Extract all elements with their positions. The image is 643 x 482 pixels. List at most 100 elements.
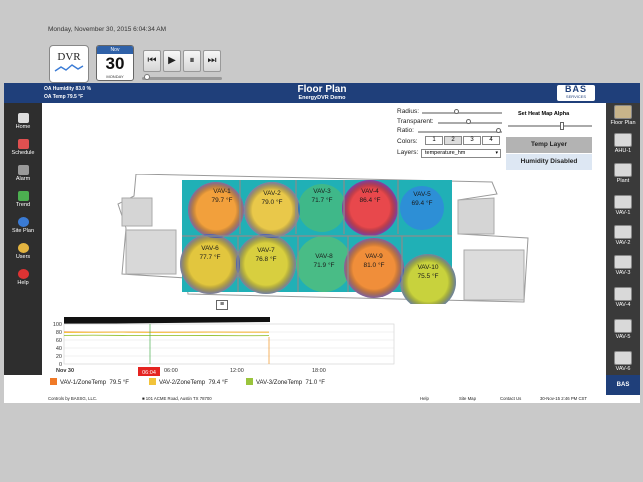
x-tick-label: 12:00: [230, 368, 244, 374]
temp-layer-button[interactable]: Temp Layer: [506, 137, 592, 153]
zone-vav-8-temp: 71.9 °F: [313, 261, 334, 269]
nav-floor-plan[interactable]: Floor Plan: [606, 105, 640, 126]
dvr-button[interactable]: DVR: [49, 45, 89, 83]
nav-site-plan[interactable]: Site Plan: [4, 217, 42, 234]
zone-vav-7-name: VAV-7: [257, 247, 275, 254]
range-selector-bar[interactable]: [64, 317, 270, 324]
list-icon[interactable]: ≡: [216, 300, 228, 310]
series-line-vav-3-zonetemp: [63, 334, 270, 337]
vav-icon: [614, 195, 632, 209]
y-tick-label: 100: [53, 322, 62, 328]
footer-address: ■ 101 ACME Road, Austin TX 78700: [142, 396, 212, 401]
legend-swatch: [149, 378, 156, 385]
nav-plant[interactable]: Plant: [606, 163, 640, 184]
humidity-disabled-button[interactable]: Humidity Disabled: [506, 154, 592, 170]
footer-help-link[interactable]: Help: [420, 396, 429, 401]
help-icon: [17, 269, 29, 279]
footer-contact-link[interactable]: Contact Us: [500, 396, 521, 401]
zone-vav-8-name: VAV-8: [315, 253, 333, 260]
right-nav-logo: BAS: [606, 375, 640, 395]
ratio-slider[interactable]: [418, 131, 502, 133]
color-option-4[interactable]: 4: [482, 136, 500, 145]
users-icon: [17, 243, 29, 253]
legend-item-vav-1: VAV-1/ZoneTemp 79.5 °F: [50, 378, 129, 386]
plot-area: [63, 323, 395, 365]
nav-vav-4[interactable]: VAV-4: [606, 287, 640, 308]
x-tick-label: Nov 30: [56, 368, 74, 374]
nav-vav-5[interactable]: VAV-5: [606, 319, 640, 340]
y-tick-label: 40: [56, 346, 62, 352]
skip-back-button[interactable]: ⏮: [143, 50, 161, 72]
radius-label: Radius:: [397, 108, 420, 115]
footer: Controls by BASSG, LLC. ■ 101 ACME Road,…: [4, 395, 640, 403]
layers-label: Layers:: [397, 149, 419, 156]
nav-vav-1[interactable]: VAV-1: [606, 195, 640, 216]
pause-button[interactable]: ⏸: [183, 50, 201, 72]
ratio-slider-handle[interactable]: [496, 128, 501, 133]
color-option-2[interactable]: 2: [444, 136, 462, 145]
radius-slider[interactable]: [422, 112, 502, 114]
dvr-wave-icon: [54, 64, 84, 72]
alarm-icon: [17, 165, 29, 175]
nav-vav-6[interactable]: VAV-6: [606, 351, 640, 372]
timestamp: Monday, November 30, 2015 6:04:34 AM: [48, 26, 167, 33]
radius-slider-handle[interactable]: [454, 109, 459, 114]
page-title: Floor Plan: [297, 84, 347, 95]
zone-vav-2-temp: 79.0 °F: [261, 198, 282, 206]
playback-slider-handle[interactable]: [144, 74, 150, 80]
home-icon: [17, 113, 29, 123]
zone-vav-3-name: VAV-3: [313, 188, 331, 195]
zone-vav-2-name: VAV-2: [263, 190, 281, 197]
zone-vav-1-temp: 79.7 °F: [211, 196, 232, 204]
zone-vav-4-temp: 86.4 °F: [359, 196, 380, 204]
y-ticks: 100 80 60 40 20 0: [53, 322, 62, 368]
footer-site-map-link[interactable]: Site Map: [459, 396, 476, 401]
zone-vav-6-name: VAV-6: [201, 245, 219, 252]
floor-plan-icon: [614, 105, 632, 119]
vav-icon: [614, 255, 632, 269]
zone-vav-9-name: VAV-9: [365, 253, 383, 260]
zone-vav-10-temp: 75.5 °F: [417, 272, 438, 280]
zone-vav-6-temp: 77.7 °F: [199, 253, 220, 261]
x-tick-label: 18:00: [312, 368, 326, 374]
footer-controls: Controls by BASSG, LLC.: [48, 396, 98, 401]
nav-vav-3[interactable]: VAV-3: [606, 255, 640, 276]
playback-slider[interactable]: [142, 77, 222, 80]
colors-label: Colors:: [397, 138, 418, 145]
legend-swatch: [246, 378, 253, 385]
ratio-label: Ratio:: [397, 127, 414, 134]
skip-forward-button[interactable]: ⏭: [203, 50, 221, 72]
transparent-slider-handle[interactable]: [466, 119, 471, 124]
nav-alarm[interactable]: Alarm: [4, 165, 42, 182]
zone-vav-7-temp: 76.8 °F: [255, 255, 276, 263]
right-nav: Floor Plan AHU-1 Plant VAV-1 VAV-2 VAV-3…: [606, 103, 640, 395]
nav-schedule[interactable]: Schedule: [4, 139, 42, 156]
layers-select[interactable]: temperature_hm ▾: [421, 149, 501, 158]
header-bar: OA Humidity 83.0 % OA Temp 79.5 °F Floor…: [4, 83, 640, 103]
nav-vav-2[interactable]: VAV-2: [606, 225, 640, 246]
vav-icon: [614, 225, 632, 239]
calendar-button[interactable]: Nov 30 MONDAY: [96, 45, 134, 81]
zone-vav-4-name: VAV-4: [361, 188, 379, 195]
zone-vav-9-temp: 81.0 °F: [363, 261, 384, 269]
legend-swatch: [50, 378, 57, 385]
zone-vav-5-temp: 69.4 °F: [411, 199, 432, 207]
play-button[interactable]: ▶: [163, 50, 181, 72]
legend-item-vav-2: VAV-2/ZoneTemp 79.4 °F: [149, 378, 228, 386]
vav-icon: [614, 287, 632, 301]
trend-chart: 100 80 60 40 20 0 Nov 30 06:00 12:00 18:…: [53, 317, 395, 376]
nav-home[interactable]: Home: [4, 113, 42, 130]
plant-icon: [614, 163, 632, 177]
nav-users[interactable]: Users: [4, 243, 42, 260]
color-option-3[interactable]: 3: [463, 136, 481, 145]
nav-trend[interactable]: Trend: [4, 191, 42, 208]
schedule-icon: [17, 139, 29, 149]
footer-datetime: 30-Nov-15 2:46 PM CST: [540, 396, 588, 401]
nav-ahu-1[interactable]: AHU-1: [606, 133, 640, 154]
color-option-1[interactable]: 1: [425, 136, 443, 145]
zone-vav-10-name: VAV-10: [417, 264, 438, 271]
nav-help[interactable]: Help: [4, 269, 42, 286]
heatmap-alpha-slider[interactable]: [508, 125, 592, 127]
chevron-down-icon: ▾: [495, 150, 498, 156]
heatmap-alpha-slider-handle[interactable]: [560, 122, 564, 130]
